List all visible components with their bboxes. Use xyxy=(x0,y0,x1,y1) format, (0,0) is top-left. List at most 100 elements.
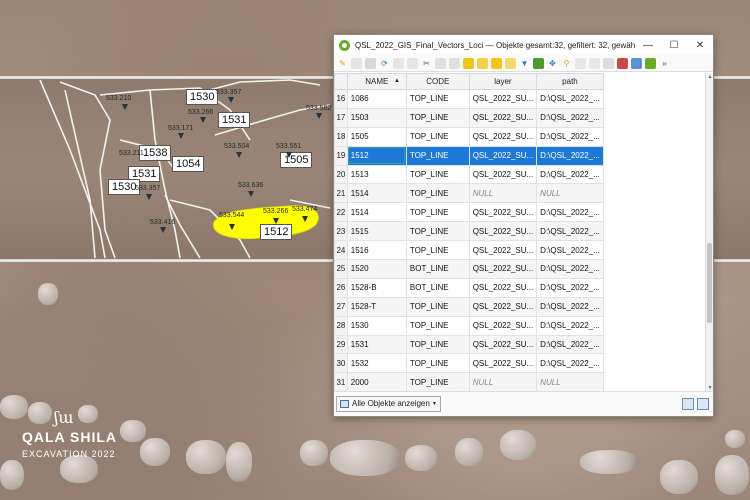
cell-path[interactable]: D:\QSL_2022_... xyxy=(536,353,604,374)
show-all-features-button[interactable]: Alle Objekte anzeigen ▾ xyxy=(336,396,441,412)
cell-code[interactable]: TOP_LINE xyxy=(405,353,470,374)
cell-code[interactable]: BOT_LINE xyxy=(405,259,470,279)
cell-layer[interactable]: QSL_2022_SU... xyxy=(468,240,538,261)
row-number[interactable]: 18 xyxy=(334,126,348,147)
cell-path[interactable]: D:\QSL_2022_... xyxy=(536,202,604,223)
invert-selection-icon[interactable] xyxy=(491,57,502,69)
table-row-selected[interactable]: 19 1512 TOP_LINE QSL_2022_SU... D:\QSL_2022_… xyxy=(334,145,707,166)
cell-layer[interactable]: QSL_2022_SU... xyxy=(468,145,538,166)
pencil-icon[interactable]: ✎ xyxy=(337,58,348,69)
row-number[interactable]: 25 xyxy=(334,259,348,279)
delete-feature-icon[interactable] xyxy=(407,57,418,69)
cell-code[interactable]: TOP_LINE xyxy=(405,183,470,204)
cell-path[interactable]: D:\QSL_2022_... xyxy=(536,240,604,261)
table-row[interactable]: 27 1528-T TOP_LINE QSL_2022_SU... D:\QSL_202… xyxy=(334,296,707,317)
expression-select-icon[interactable] xyxy=(463,57,474,69)
row-number[interactable]: 20 xyxy=(334,164,348,185)
row-number[interactable]: 21 xyxy=(334,183,348,204)
cut-icon[interactable]: ✂ xyxy=(421,58,432,69)
cell-code[interactable]: TOP_LINE xyxy=(405,164,470,185)
cell-layer[interactable]: QSL_2022_SU... xyxy=(468,126,538,147)
zoom-to-selection-icon[interactable]: ⚲ xyxy=(561,58,572,69)
column-header-code[interactable]: CODE xyxy=(405,73,470,90)
new-field-icon[interactable] xyxy=(575,57,586,69)
cell-name[interactable]: 1520 xyxy=(346,259,407,279)
cell-code[interactable]: TOP_LINE xyxy=(405,221,470,242)
save-icon[interactable] xyxy=(365,57,376,69)
more-icon[interactable]: » xyxy=(659,58,670,69)
table-row[interactable]: 23 1515 TOP_LINE QSL_2022_SU... D:\QSL_2022_… xyxy=(334,221,707,242)
cell-name[interactable]: 1516 xyxy=(346,240,407,261)
row-number[interactable]: 26 xyxy=(334,277,348,298)
dock-icon[interactable] xyxy=(645,57,656,69)
cell-layer[interactable]: QSL_2022_SU... xyxy=(468,221,538,242)
minimize-button[interactable]: — xyxy=(635,40,661,51)
add-feature-icon[interactable] xyxy=(393,57,404,69)
row-number[interactable]: 29 xyxy=(334,334,348,355)
cell-layer[interactable]: QSL_2022_SU... xyxy=(468,259,538,279)
cell-code[interactable]: TOP_LINE xyxy=(405,145,470,166)
form-view-button[interactable] xyxy=(682,398,694,410)
row-number[interactable]: 19 xyxy=(334,145,348,166)
cell-code[interactable]: TOP_LINE xyxy=(405,89,470,109)
cell-name[interactable]: 1515 xyxy=(346,221,407,242)
row-number[interactable]: 23 xyxy=(334,221,348,242)
cell-layer[interactable]: QSL_2022_SU... xyxy=(468,315,538,336)
cell-name[interactable]: 1528-B xyxy=(346,277,407,298)
cell-name[interactable]: 1513 xyxy=(346,164,407,185)
cell-path[interactable]: D:\QSL_2022_... xyxy=(536,164,604,185)
vertical-scrollbar[interactable]: ▲ ▼ xyxy=(705,73,713,392)
corner-header[interactable] xyxy=(334,73,348,90)
column-header-path[interactable]: path xyxy=(536,73,604,90)
scroll-up-icon[interactable]: ▲ xyxy=(706,74,714,80)
multi-edit-icon[interactable] xyxy=(351,57,362,69)
row-number[interactable]: 22 xyxy=(334,202,348,223)
cell-code[interactable]: TOP_LINE xyxy=(405,334,470,355)
cell-name[interactable]: 1530 xyxy=(346,315,407,336)
table-row[interactable]: 24 1516 TOP_LINE QSL_2022_SU... D:\QSL_2022_… xyxy=(334,240,707,261)
table-row[interactable]: 22 1514 TOP_LINE QSL_2022_SU... D:\QSL_2022_… xyxy=(334,202,707,223)
field-calculator-icon[interactable] xyxy=(603,57,614,69)
filter-icon[interactable]: ▼ xyxy=(519,58,530,69)
cell-layer[interactable]: QSL_2022_SU... xyxy=(468,89,538,109)
cell-path[interactable]: D:\QSL_2022_... xyxy=(536,334,604,355)
table-row[interactable]: 25 1520 BOT_LINE QSL_2022_SU... D:\QSL_2022_… xyxy=(334,259,707,279)
cell-layer[interactable]: QSL_2022_SU... xyxy=(468,164,538,185)
column-header-layer[interactable]: layer xyxy=(468,73,538,90)
reload-icon[interactable]: ⟳ xyxy=(379,58,390,69)
select-all-icon[interactable] xyxy=(477,57,488,69)
cell-path[interactable]: NULL xyxy=(536,183,604,204)
table-row[interactable]: 29 1531 TOP_LINE QSL_2022_SU... D:\QSL_2022_… xyxy=(334,334,707,355)
cell-name[interactable]: 1505 xyxy=(346,126,407,147)
cell-path[interactable]: D:\QSL_2022_... xyxy=(536,259,604,279)
cell-name[interactable]: 1514 xyxy=(346,202,407,223)
cell-name[interactable]: 1514 xyxy=(346,183,407,204)
move-to-top-icon[interactable] xyxy=(533,57,544,69)
table-row[interactable]: 28 1530 TOP_LINE QSL_2022_SU... D:\QSL_2022_… xyxy=(334,315,707,336)
cell-path[interactable]: D:\QSL_2022_... xyxy=(536,126,604,147)
cell-layer[interactable]: QSL_2022_SU... xyxy=(468,277,538,298)
row-number[interactable]: 28 xyxy=(334,315,348,336)
cell-code[interactable]: TOP_LINE xyxy=(405,372,470,392)
attribute-table[interactable]: NAME ▲ CODE layer path 16 1086 TOP_LINE QSL_… xyxy=(334,73,707,392)
cell-code[interactable]: TOP_LINE xyxy=(405,296,470,317)
row-number[interactable]: 30 xyxy=(334,353,348,374)
conditional-format-icon[interactable] xyxy=(617,57,628,69)
maximize-button[interactable]: ☐ xyxy=(661,40,687,51)
cell-path[interactable]: D:\QSL_2022_... xyxy=(536,221,604,242)
cell-path[interactable]: D:\QSL_2022_... xyxy=(536,107,604,128)
table-row[interactable]: 17 1503 TOP_LINE QSL_2022_SU... D:\QSL_2022_… xyxy=(334,107,707,128)
copy-icon[interactable] xyxy=(435,57,446,69)
cell-path[interactable]: NULL xyxy=(536,372,604,392)
pan-to-selection-icon[interactable]: ✥ xyxy=(547,58,558,69)
cell-name[interactable]: 1532 xyxy=(346,353,407,374)
cell-path[interactable]: D:\QSL_2022_... xyxy=(536,89,604,109)
cell-code[interactable]: TOP_LINE xyxy=(405,315,470,336)
row-number[interactable]: 24 xyxy=(334,240,348,261)
cell-path[interactable]: D:\QSL_2022_... xyxy=(536,277,604,298)
cell-code[interactable]: TOP_LINE xyxy=(405,202,470,223)
cell-name[interactable]: 2000 xyxy=(346,372,407,392)
cell-layer[interactable]: QSL_2022_SU... xyxy=(468,107,538,128)
row-number[interactable]: 16 xyxy=(334,89,348,109)
row-number[interactable]: 31 xyxy=(334,372,348,392)
